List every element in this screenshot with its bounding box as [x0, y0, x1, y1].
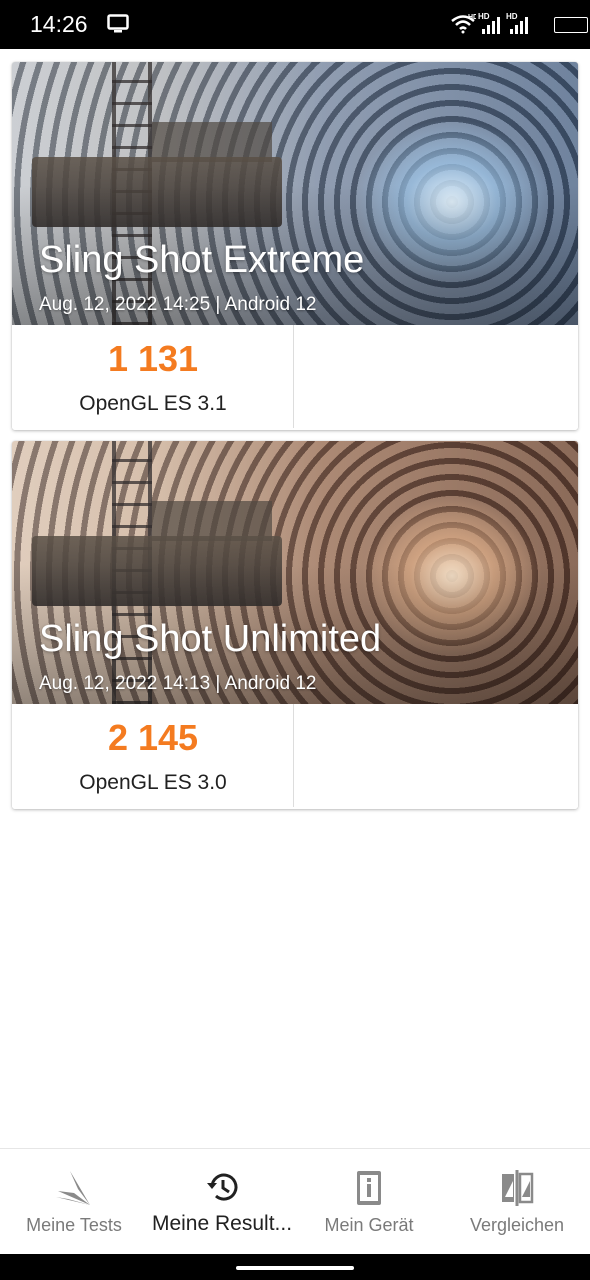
cell-signal-icon: HD: [506, 12, 528, 34]
bottom-navigation: Meine Tests Meine Result... Mein Gerät V…: [0, 1148, 590, 1254]
history-icon: [207, 1173, 238, 1201]
system-gesture-bar: [0, 1254, 590, 1280]
result-card[interactable]: Sling Shot Extreme Aug. 12, 2022 14:25 |…: [12, 62, 578, 430]
score-cell: 2 145 OpenGL ES 3.0: [12, 704, 294, 807]
cell-signal-icon: HD: [478, 12, 500, 34]
benchmark-date-os: Aug. 12, 2022 14:25 | Android 12: [39, 294, 317, 315]
result-score-row: 2 145 OpenGL ES 3.0: [12, 704, 578, 809]
svg-text:HD: HD: [468, 14, 476, 21]
benchmark-banner-image: Sling Shot Unlimited Aug. 12, 2022 14:13…: [12, 441, 578, 704]
device-info-icon: [357, 1171, 381, 1205]
3dmark-logo-icon: [56, 1171, 90, 1205]
benchmark-date-os: Aug. 12, 2022 14:13 | Android 12: [39, 673, 317, 694]
result-score-row: 1 131 OpenGL ES 3.1: [12, 325, 578, 430]
battery-icon: 44: [554, 17, 588, 33]
score-cell: 1 131 OpenGL ES 3.1: [12, 325, 294, 428]
home-gesture-handle[interactable]: [236, 1266, 354, 1270]
status-bar: 14:26 HD HD HD 44: [0, 0, 590, 49]
nav-label: Meine Result...: [151, 1212, 293, 1235]
battery-level: 44: [564, 18, 578, 30]
signal-1-hd-label: HD: [478, 12, 490, 21]
compare-icon: [502, 1170, 534, 1206]
score-api-label: OpenGL ES 3.1: [79, 392, 227, 415]
nav-mein-geraet[interactable]: Mein Gerät: [295, 1149, 443, 1255]
banner-structure-shape: [152, 122, 272, 162]
nav-label: Meine Tests: [26, 1215, 122, 1235]
benchmark-title: Sling Shot Extreme: [39, 239, 365, 281]
wifi-icon: HD: [451, 14, 476, 34]
signal-2-hd-label: HD: [506, 12, 518, 21]
score-value: 2 145: [107, 717, 199, 758]
status-time: 14:26: [30, 11, 88, 37]
result-card[interactable]: Sling Shot Unlimited Aug. 12, 2022 14:13…: [12, 441, 578, 809]
nav-vergleichen[interactable]: Vergleichen: [443, 1149, 590, 1255]
benchmark-banner-image: Sling Shot Extreme Aug. 12, 2022 14:25 |…: [12, 62, 578, 325]
score-api-label: OpenGL ES 3.0: [79, 771, 227, 794]
nav-label: Vergleichen: [469, 1215, 565, 1235]
nav-meine-resultate[interactable]: Meine Result...: [148, 1149, 296, 1255]
screen-cast-icon: [107, 14, 129, 33]
score-value: 1 131: [107, 338, 199, 379]
nav-meine-tests[interactable]: Meine Tests: [0, 1149, 148, 1255]
nav-label: Mein Gerät: [324, 1215, 414, 1235]
banner-structure-shape: [152, 501, 272, 541]
benchmark-title: Sling Shot Unlimited: [39, 618, 382, 660]
